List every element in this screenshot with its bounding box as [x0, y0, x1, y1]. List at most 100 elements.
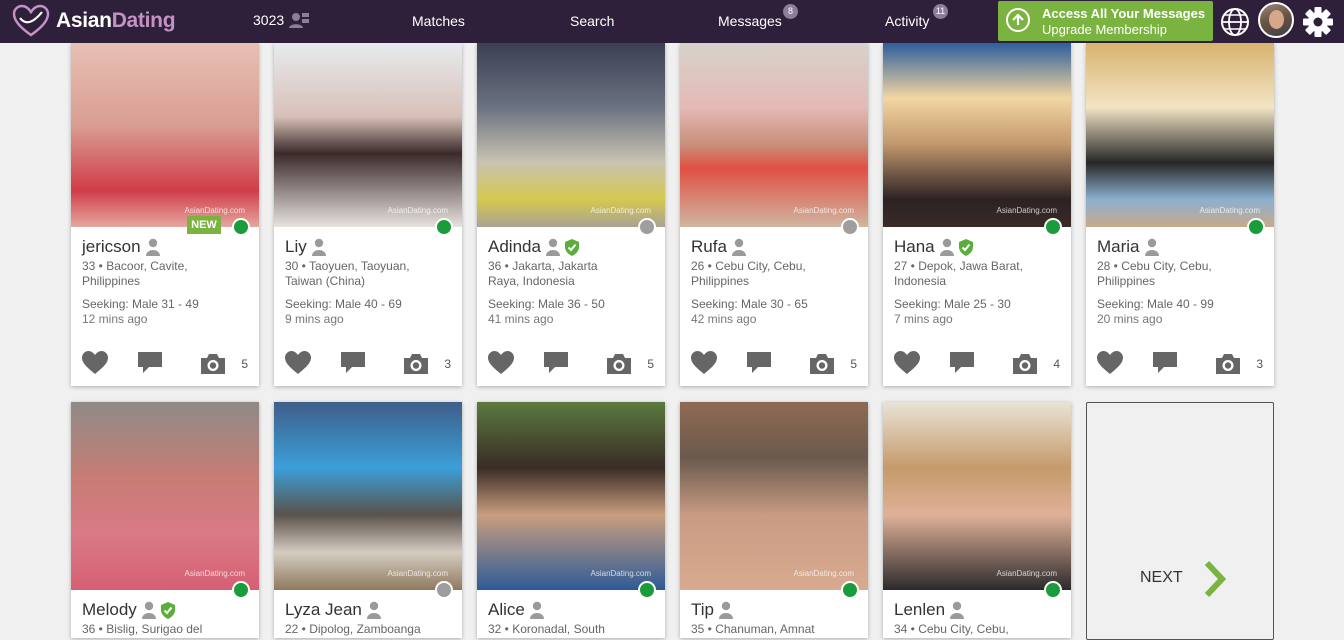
- profile-card[interactable]: AsianDating.com Adinda 36 • Jakarta, Jakar…: [477, 43, 665, 386]
- camera-photos-icon[interactable]: [200, 353, 226, 375]
- top-navigation-bar: AsianDating 3023 Matches Search Messages…: [0, 0, 1344, 43]
- profile-seeking-block: Seeking: Male 40 - 99 20 mins ago: [1097, 297, 1267, 327]
- profile-age-location: 26 • Cebu City, Cebu,: [691, 259, 806, 273]
- camera-photos-icon[interactable]: [403, 353, 429, 375]
- profile-photo[interactable]: AsianDating.com: [274, 43, 462, 227]
- profile-age-location: 36 • Bislig, Surigao del: [82, 622, 203, 636]
- profile-location: 35 • Chanuman, Amnat: [691, 622, 861, 637]
- profile-photo[interactable]: AsianDating.com: [274, 402, 462, 590]
- profile-name[interactable]: Rufa: [691, 237, 727, 257]
- profile-country: Philippines: [691, 274, 750, 288]
- verified-shield-icon: [958, 238, 973, 256]
- like-heart-icon[interactable]: [1097, 351, 1123, 375]
- profile-name-row: Hana: [894, 237, 1064, 257]
- profile-card[interactable]: AsianDating.com Liy 30 • Taoyuen, Taoyuan,…: [274, 43, 462, 386]
- user-avatar[interactable]: [1258, 2, 1294, 38]
- profile-name[interactable]: Alice: [488, 600, 525, 620]
- profile-seeking-block: Seeking: Male 30 - 65 42 mins ago: [691, 297, 861, 327]
- profile-country: Philippines: [82, 274, 141, 288]
- profile-name[interactable]: Melody: [82, 600, 137, 620]
- nav-activity-label: Activity: [885, 13, 930, 29]
- profile-card[interactable]: AsianDating.com Tip 35 • Chanuman, Amnat: [680, 402, 868, 638]
- profile-info: Rufa 26 • Cebu City, Cebu, Philippines Seek…: [691, 237, 861, 327]
- globe-language-icon[interactable]: [1219, 6, 1251, 38]
- message-bubble-icon[interactable]: [1152, 351, 1178, 375]
- profile-name[interactable]: Adinda: [488, 237, 541, 257]
- like-heart-icon[interactable]: [82, 351, 108, 375]
- like-heart-icon[interactable]: [285, 351, 311, 375]
- profile-name-row: Liy: [285, 237, 455, 257]
- next-page-button[interactable]: NEXT: [1086, 402, 1274, 640]
- camera-photos-icon[interactable]: [1215, 353, 1241, 375]
- profile-photo[interactable]: AsianDating.com: [71, 402, 259, 590]
- like-heart-icon[interactable]: [691, 351, 717, 375]
- profile-photo[interactable]: AsianDating.com: [680, 402, 868, 590]
- message-bubble-icon[interactable]: [949, 351, 975, 375]
- heart-logo-icon: [12, 4, 50, 37]
- profile-card[interactable]: AsianDating.com Alice 32 • Koronadal, Sout…: [477, 402, 665, 638]
- online-status-dot: [232, 218, 250, 236]
- profile-card[interactable]: AsianDating.com Melody 36 • Bislig, Suriga…: [71, 402, 259, 638]
- profile-info: Melody 36 • Bislig, Surigao del: [82, 600, 252, 637]
- profile-name[interactable]: Maria: [1097, 237, 1140, 257]
- profile-photo[interactable]: AsianDating.com: [477, 402, 665, 590]
- profile-info: jericson 33 • Bacoor, Cavite, Philippines S…: [82, 237, 252, 327]
- photo-watermark: AsianDating.com: [1199, 206, 1260, 215]
- message-bubble-icon[interactable]: [137, 351, 163, 375]
- profile-name-row: Lenlen: [894, 600, 1064, 620]
- nav-activity[interactable]: Activity 11: [885, 4, 948, 29]
- profile-person-icon: [719, 601, 733, 619]
- profile-card[interactable]: AsianDating.com NEW jericson 33 • Bacoor, C…: [71, 43, 259, 386]
- profile-card[interactable]: AsianDating.com Lyza Jean 22 • Dipolog, Za…: [274, 402, 462, 638]
- nav-matches[interactable]: Matches: [412, 13, 465, 29]
- profile-card[interactable]: AsianDating.com Hana 27 • Depok, Jawa Bara…: [883, 43, 1071, 386]
- online-status-dot: [232, 581, 250, 599]
- profile-info: Maria 28 • Cebu City, Cebu, Philippines See…: [1097, 237, 1267, 327]
- online-count-value: 3023: [253, 12, 285, 28]
- gear-settings-icon[interactable]: [1301, 5, 1335, 39]
- profile-age-location: 22 • Dipolog, Zamboanga: [285, 622, 421, 636]
- profile-age-location: 35 • Chanuman, Amnat: [691, 622, 815, 636]
- camera-photos-icon[interactable]: [1012, 353, 1038, 375]
- site-logo[interactable]: AsianDating: [12, 4, 176, 38]
- profile-card[interactable]: AsianDating.com Lenlen 34 • Cebu City, Ceb…: [883, 402, 1071, 638]
- profile-age-location: 33 • Bacoor, Cavite,: [82, 259, 188, 273]
- profile-info: Adinda 36 • Jakarta, Jakarta Raya, Indones…: [488, 237, 658, 327]
- nav-search[interactable]: Search: [570, 13, 614, 29]
- profile-name[interactable]: jericson: [82, 237, 141, 257]
- camera-photos-icon[interactable]: [809, 353, 835, 375]
- profile-seeking-block: Seeking: Male 25 - 30 7 mins ago: [894, 297, 1064, 327]
- upgrade-headline: Access All Your Messages: [1042, 6, 1206, 21]
- profile-photo[interactable]: AsianDating.com: [71, 43, 259, 227]
- profile-name[interactable]: Tip: [691, 600, 714, 620]
- message-bubble-icon[interactable]: [340, 351, 366, 375]
- online-status-dot: [841, 581, 859, 599]
- profile-name[interactable]: Lenlen: [894, 600, 945, 620]
- profile-photo[interactable]: AsianDating.com: [680, 43, 868, 227]
- profile-location: 32 • Koronadal, South: [488, 622, 658, 637]
- profile-person-icon: [529, 601, 544, 619]
- profile-name[interactable]: Lyza Jean: [285, 600, 362, 620]
- like-heart-icon[interactable]: [488, 351, 514, 375]
- nav-messages[interactable]: Messages 8: [718, 4, 798, 29]
- profile-photo[interactable]: AsianDating.com: [477, 43, 665, 227]
- profile-name-row: Adinda: [488, 237, 658, 257]
- profile-name[interactable]: Liy: [285, 237, 307, 257]
- like-heart-icon[interactable]: [894, 351, 920, 375]
- message-bubble-icon[interactable]: [746, 351, 772, 375]
- profile-name[interactable]: Hana: [894, 237, 935, 257]
- message-bubble-icon[interactable]: [543, 351, 569, 375]
- profile-actions: 4: [883, 351, 1071, 377]
- profile-photo[interactable]: AsianDating.com: [883, 402, 1071, 590]
- online-members-count[interactable]: 3023: [253, 11, 310, 29]
- photo-watermark: AsianDating.com: [387, 569, 448, 578]
- camera-photos-icon[interactable]: [606, 353, 632, 375]
- photo-count: 5: [241, 357, 248, 371]
- profile-photo[interactable]: AsianDating.com: [883, 43, 1071, 227]
- upgrade-membership-button[interactable]: Access All Your Messages Upgrade Members…: [998, 1, 1213, 41]
- photo-watermark: AsianDating.com: [184, 569, 245, 578]
- profile-card[interactable]: AsianDating.com Maria 28 • Cebu City, Cebu…: [1086, 43, 1274, 386]
- profile-card[interactable]: AsianDating.com Rufa 26 • Cebu City, Cebu,…: [680, 43, 868, 386]
- profile-photo[interactable]: AsianDating.com: [1086, 43, 1274, 227]
- profile-last-active: 9 mins ago: [285, 312, 344, 326]
